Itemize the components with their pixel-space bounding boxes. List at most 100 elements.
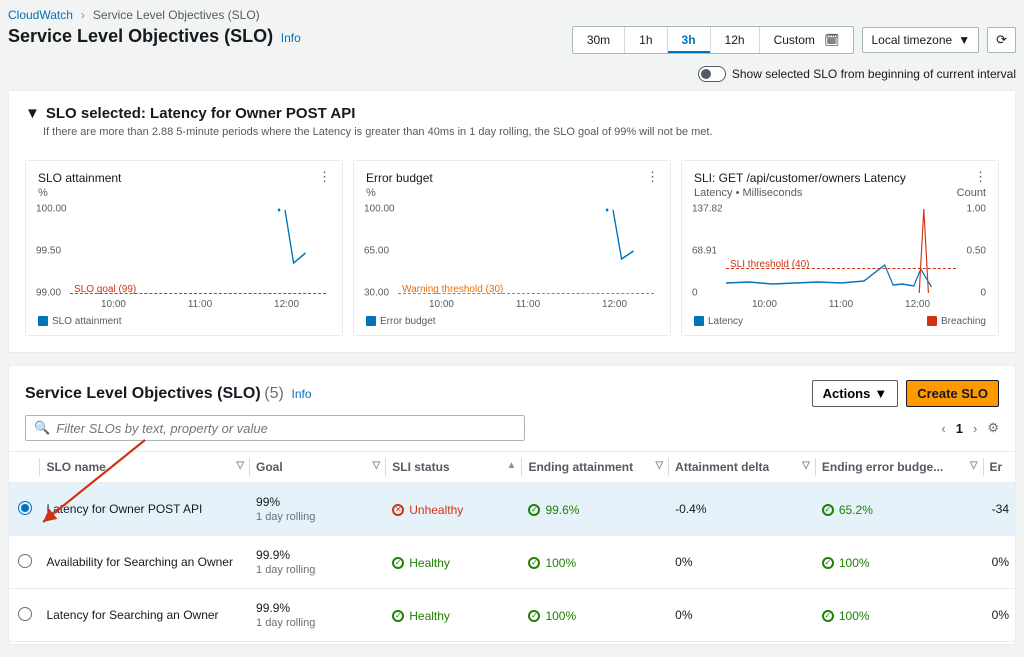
cell-sli-status: ✓Healthy (386, 536, 522, 589)
legend-item: Breaching (941, 316, 986, 327)
chart-menu-button[interactable]: ⋮ (646, 169, 660, 185)
y-tick: 99.50 (36, 246, 61, 257)
chart-slo-attainment: ⋮ SLO attainment % 100.00 99.50 99.00 SL… (25, 160, 343, 336)
cell-goal: 99%1 day rolling (250, 483, 386, 536)
timezone-label: Local timezone (871, 33, 952, 47)
time-controls: 30m 1h 3h 12h Custom 🗓 Local timezone ▼ … (572, 26, 1016, 54)
next-page-button[interactable]: › (973, 421, 977, 436)
cell-ending-budget: ✓100% (816, 589, 984, 642)
cell-name: Availability for Searching an Owner (40, 536, 250, 589)
x-tick: 12:00 (602, 299, 627, 310)
sort-icon: ▽ (655, 460, 663, 471)
row-radio[interactable] (18, 554, 32, 568)
time-tab-custom[interactable]: Custom 🗓 (760, 27, 854, 53)
x-tick: 11:00 (516, 299, 540, 310)
y2-tick: 1.00 (967, 203, 986, 214)
cell-delta: 0% (669, 536, 816, 589)
time-range-tabs: 30m 1h 3h 12h Custom 🗓 (572, 26, 855, 54)
cell-goal: 99.9%1 day rolling (250, 536, 386, 589)
toggle-row: Show selected SLO from beginning of curr… (0, 62, 1024, 90)
x-tick: 11:00 (829, 299, 853, 310)
table-row[interactable]: Availability for Searching an Owner99.9%… (9, 536, 1015, 589)
chart-title: Error budget (366, 171, 658, 185)
sort-icon: ▽ (802, 460, 810, 471)
chart-row: ⋮ SLO attainment % 100.00 99.50 99.00 SL… (9, 152, 1015, 352)
selected-slo-header[interactable]: ▼ SLO selected: Latency for Owner POST A… (25, 105, 999, 122)
col-slo-name[interactable]: SLO name▽ (40, 452, 250, 483)
cell-err: -34 (984, 483, 1015, 536)
caret-down-icon: ▼ (25, 105, 40, 122)
time-tab-1h[interactable]: 1h (625, 27, 667, 53)
chart-menu-button[interactable]: ⋮ (318, 169, 332, 185)
selected-slo-title: SLO selected: Latency for Owner POST API (46, 105, 356, 122)
chart-line (70, 205, 326, 297)
info-link[interactable]: Info (281, 31, 301, 45)
chart-menu-button[interactable]: ⋮ (974, 169, 988, 185)
col-ending-error-budget[interactable]: Ending error budge...▽ (816, 452, 984, 483)
refresh-icon: ⟳ (996, 32, 1007, 48)
page-header: Service Level Objectives (SLO) Info 30m … (0, 26, 1024, 62)
col-ending-attainment[interactable]: Ending attainment▽ (522, 452, 669, 483)
timezone-select[interactable]: Local timezone ▼ (862, 27, 979, 53)
cell-err: 0% (984, 589, 1015, 642)
cell-ending-attainment: ✓100% (522, 589, 669, 642)
chart-title: SLO attainment (38, 171, 330, 185)
col-goal[interactable]: Goal▽ (250, 452, 386, 483)
refresh-button[interactable]: ⟳ (987, 27, 1016, 53)
list-title: Service Level Objectives (SLO) (25, 385, 261, 402)
time-tab-30m[interactable]: 30m (573, 27, 625, 53)
cell-delta: -0.4% (669, 483, 816, 536)
create-slo-button[interactable]: Create SLO (906, 380, 999, 407)
sort-icon: ▽ (970, 460, 978, 471)
legend-item: SLO attainment (52, 316, 121, 327)
col-error-delta[interactable]: Er (984, 452, 1015, 483)
search-icon: 🔍 (34, 420, 50, 436)
cell-name: Latency for Searching an Owner (40, 589, 250, 642)
y-tick: 68.91 (692, 246, 717, 257)
caret-down-icon: ▼ (874, 386, 887, 401)
filter-input-wrapper[interactable]: 🔍 (25, 415, 525, 441)
table-row[interactable]: Latency for Owner POST API99%1 day rolli… (9, 483, 1015, 536)
y-tick: 65.00 (364, 246, 389, 257)
filter-input[interactable] (56, 421, 516, 436)
cell-err: 0% (984, 536, 1015, 589)
chart-error-budget: ⋮ Error budget % 100.00 65.00 30.00 Warn… (353, 160, 671, 336)
row-radio[interactable] (18, 607, 32, 621)
sort-icon: ▽ (373, 460, 381, 471)
time-tab-3h[interactable]: 3h (668, 27, 711, 53)
table-row[interactable]: Latency for Searching an Owner99.9%1 day… (9, 589, 1015, 642)
row-radio[interactable] (18, 501, 32, 515)
y-tick: 0 (692, 288, 698, 299)
cell-ending-budget: ✓100% (816, 536, 984, 589)
settings-button[interactable]: ⚙ (987, 420, 999, 436)
prev-page-button[interactable]: ‹ (941, 421, 945, 436)
y-tick: 100.00 (364, 203, 395, 214)
actions-label: Actions (823, 386, 871, 401)
cell-ending-attainment: ✓100% (522, 536, 669, 589)
list-info-link[interactable]: Info (291, 387, 311, 401)
chart-sub-left: Latency • Milliseconds (694, 187, 802, 199)
chart-title: SLI: GET /api/customer/owners Latency (694, 171, 986, 185)
chart-unit: % (38, 187, 330, 199)
x-tick: 12:00 (274, 299, 299, 310)
y-tick: 30.00 (364, 288, 389, 299)
page-title: Service Level Objectives (SLO) (8, 26, 273, 46)
breadcrumb-root[interactable]: CloudWatch (8, 8, 73, 22)
y-tick: 137.82 (692, 203, 723, 214)
chart-sli-latency: ⋮ SLI: GET /api/customer/owners Latency … (681, 160, 999, 336)
col-attainment-delta[interactable]: Attainment delta▽ (669, 452, 816, 483)
x-tick: 10:00 (429, 299, 454, 310)
chart-unit: % (366, 187, 658, 199)
breadcrumb-current: Service Level Objectives (SLO) (93, 8, 260, 22)
interval-toggle[interactable] (698, 66, 726, 82)
time-tab-12h[interactable]: 12h (711, 27, 760, 53)
col-sli-status[interactable]: SLI status▲ (386, 452, 522, 483)
chart-lines (726, 205, 956, 297)
pagination: ‹ 1 › ⚙ (941, 420, 999, 436)
calendar-icon: 🗓 (824, 33, 839, 47)
x-tick: 10:00 (101, 299, 126, 310)
time-tab-custom-label: Custom (774, 33, 815, 47)
x-tick: 10:00 (752, 299, 777, 310)
page-number: 1 (956, 421, 963, 436)
actions-dropdown[interactable]: Actions ▼ (812, 380, 899, 407)
